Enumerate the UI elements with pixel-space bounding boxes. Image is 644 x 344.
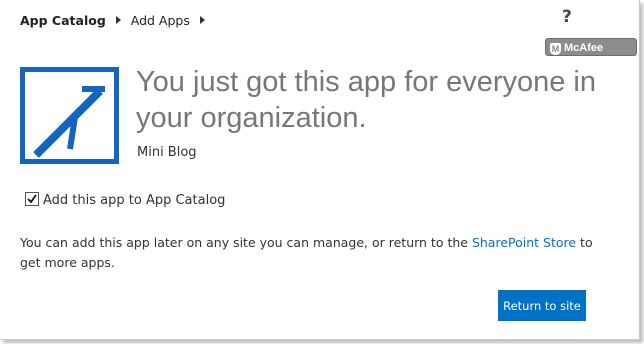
sharepoint-store-link[interactable]: SharePoint Store — [472, 235, 576, 250]
add-to-catalog-option[interactable]: Add this app to App Catalog — [25, 192, 225, 208]
breadcrumb-add-apps[interactable]: Add Apps — [131, 13, 190, 28]
app-name: Mini Blog — [137, 145, 197, 160]
breadcrumb: App Catalog Add Apps — [20, 13, 211, 28]
help-icon[interactable]: ? — [562, 7, 572, 27]
add-to-catalog-label: Add this app to App Catalog — [43, 193, 226, 208]
add-to-catalog-checkbox[interactable] — [25, 192, 39, 206]
breadcrumb-app-catalog[interactable]: App Catalog — [20, 13, 106, 28]
breadcrumb-arrow-icon — [199, 16, 205, 24]
return-to-site-button[interactable]: Return to site — [498, 290, 586, 321]
breadcrumb-arrow-icon — [115, 16, 121, 24]
mcafee-label: McAfee — [564, 42, 604, 54]
info-text: You can add this app later on any site y… — [20, 233, 610, 273]
checkmark-icon — [27, 194, 37, 204]
app-added-dialog: App Catalog Add Apps ? M McAfee You just … — [0, 0, 640, 340]
confirmation-headline: You just got this app for everyone in yo… — [136, 66, 597, 134]
mcafee-badge: M McAfee — [545, 38, 637, 56]
shield-icon: M — [550, 43, 561, 55]
info-text-before: You can add this app later on any site y… — [20, 235, 472, 250]
mini-blog-app-icon — [20, 67, 119, 164]
